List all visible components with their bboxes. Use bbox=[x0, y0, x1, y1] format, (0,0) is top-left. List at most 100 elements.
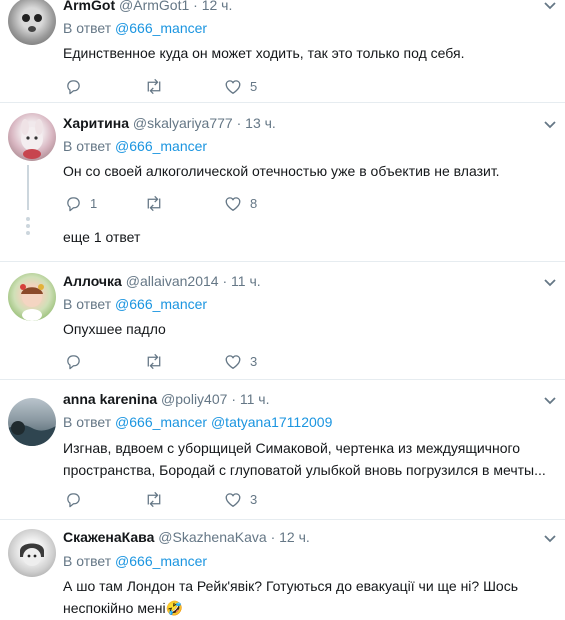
author-handle[interactable]: @ArmGot1 bbox=[119, 0, 189, 13]
avatar[interactable] bbox=[8, 273, 56, 321]
like-icon bbox=[225, 196, 241, 211]
reply-context: В ответ @666_mancer @tatyana17112009 bbox=[63, 414, 332, 430]
retweet-icon bbox=[147, 78, 161, 94]
mention-link[interactable]: @666_mancer bbox=[115, 553, 207, 569]
tweet-actions: 3 bbox=[63, 489, 363, 509]
author-handle[interactable]: @allaivan2014 bbox=[126, 273, 219, 289]
tweet-actions: 3 bbox=[63, 351, 363, 371]
tweet-text: Изгнав, вдвоем с уборщицей Симаковой, че… bbox=[63, 437, 553, 481]
tweet-text-content: Единственное куда он может ходить, так э… bbox=[63, 45, 465, 61]
tweet-actions: 5 bbox=[63, 76, 363, 96]
mention-link[interactable]: @666_mancer bbox=[115, 414, 207, 430]
chevron-down-icon[interactable] bbox=[543, 1, 557, 11]
tweet-header: Харитина @skalyariya777 · 13 ч. bbox=[63, 115, 276, 131]
tweet-text: Единственное куда он может ходить, так э… bbox=[63, 42, 553, 64]
tweet-text-line: А шо там Лондон та Рейк'явік? Готуються … bbox=[63, 578, 519, 594]
timestamp[interactable]: 13 ч. bbox=[245, 115, 276, 131]
timestamp[interactable]: 12 ч. bbox=[279, 529, 310, 545]
reply-button[interactable] bbox=[65, 489, 90, 509]
tweet-text-content: Он со своей алкоголической отечностью уж… bbox=[63, 163, 500, 179]
separator-dot: · bbox=[231, 391, 236, 407]
mention-link[interactable]: @666_mancer bbox=[115, 138, 207, 154]
author-name[interactable]: Аллочка bbox=[63, 273, 122, 289]
chevron-down-icon[interactable] bbox=[543, 534, 557, 544]
author-name[interactable]: Харитина bbox=[63, 115, 129, 131]
chevron-down-icon[interactable] bbox=[543, 120, 557, 130]
chevron-down-icon[interactable] bbox=[543, 396, 557, 406]
like-button[interactable]: 3 bbox=[224, 351, 257, 371]
retweet-icon bbox=[147, 195, 161, 211]
reply-icon bbox=[67, 354, 80, 369]
avatar[interactable] bbox=[8, 398, 56, 446]
tweet-header: Аллочка @allaivan2014 · 11 ч. bbox=[63, 273, 261, 289]
tweet-text-line: неспокійно мені🤣 bbox=[63, 600, 184, 616]
reply-prefix: В ответ bbox=[63, 553, 112, 569]
like-count: 3 bbox=[250, 353, 258, 369]
tweet-text-content: Опухшее падло bbox=[63, 321, 166, 337]
tweet-header: ArmGot @ArmGot1 · 12 ч. bbox=[63, 0, 232, 13]
reply-context: В ответ @666_mancer bbox=[63, 553, 207, 569]
tweet-text-line: Изгнав, вдвоем с уборщицей Симаковой, че… bbox=[63, 440, 521, 456]
tweet-actions: 1 8 bbox=[63, 193, 363, 213]
reply-icon bbox=[67, 79, 80, 94]
like-count: 5 bbox=[250, 78, 258, 94]
like-button[interactable]: 8 bbox=[224, 193, 257, 213]
thread-dot bbox=[26, 224, 30, 228]
timestamp[interactable]: 12 ч. bbox=[202, 0, 233, 13]
tweet-text: Опухшее падло bbox=[63, 318, 553, 340]
author-name[interactable]: СкаженаКава bbox=[63, 529, 154, 545]
like-icon bbox=[225, 79, 241, 94]
retweet-icon bbox=[147, 353, 161, 369]
more-replies-link[interactable]: еще 1 ответ bbox=[63, 229, 140, 245]
avatar[interactable] bbox=[8, 113, 56, 161]
mention-link[interactable]: @666_mancer bbox=[115, 296, 207, 312]
like-button[interactable]: 5 bbox=[224, 76, 257, 96]
reply-icon bbox=[67, 196, 80, 211]
author-handle[interactable]: @skalyariya777 bbox=[133, 115, 233, 131]
author-handle[interactable]: @SkazhenaKava bbox=[158, 529, 266, 545]
tweet[interactable]: СкаженаКава @SkazhenaKava · 12 ч. В отве… bbox=[0, 520, 565, 620]
reply-count: 1 bbox=[90, 195, 98, 211]
reply-context: В ответ @666_mancer bbox=[63, 20, 207, 36]
separator-dot: · bbox=[236, 115, 242, 131]
tweet[interactable]: anna karenina @poliy407 · 11 ч. В ответ … bbox=[0, 380, 565, 520]
author-name[interactable]: anna karenina bbox=[63, 391, 157, 407]
avatar[interactable] bbox=[8, 529, 56, 577]
reply-button[interactable] bbox=[65, 76, 90, 96]
tweet-header: anna karenina @poliy407 · 11 ч. bbox=[63, 391, 269, 407]
thread-dot bbox=[26, 231, 30, 235]
author-name[interactable]: ArmGot bbox=[63, 0, 115, 13]
reply-prefix: В ответ bbox=[63, 414, 112, 430]
tweet[interactable]: Аллочка @allaivan2014 · 11 ч. В ответ @6… bbox=[0, 262, 565, 380]
separator-dot: · bbox=[270, 529, 276, 545]
tweet[interactable]: Харитина @skalyariya777 · 13 ч. В ответ … bbox=[0, 103, 565, 262]
tweet[interactable]: ArmGot @ArmGot1 · 12 ч. В ответ @666_man… bbox=[0, 0, 565, 103]
avatar[interactable] bbox=[8, 0, 56, 45]
retweet-button[interactable] bbox=[144, 76, 172, 96]
retweet-button[interactable] bbox=[144, 351, 172, 371]
separator-dot: · bbox=[222, 273, 228, 289]
separator-dot: · bbox=[193, 0, 198, 13]
tweet-header: СкаженаКава @SkazhenaKava · 12 ч. bbox=[63, 529, 310, 545]
reply-prefix: В ответ bbox=[63, 296, 112, 312]
timestamp[interactable]: 11 ч. bbox=[231, 273, 261, 289]
reply-button[interactable] bbox=[65, 351, 90, 371]
thread-dot bbox=[26, 217, 30, 221]
mention-link[interactable]: @tatyana17112009 bbox=[211, 414, 332, 430]
tweet-text: А шо там Лондон та Рейк'явік? Готуються … bbox=[63, 575, 553, 619]
reply-icon bbox=[67, 492, 80, 507]
reply-prefix: В ответ bbox=[63, 138, 112, 154]
tweet-text: Он со своей алкоголической отечностью уж… bbox=[63, 160, 553, 182]
reply-button[interactable]: 1 bbox=[65, 193, 97, 213]
reply-prefix: В ответ bbox=[63, 20, 112, 36]
retweet-button[interactable] bbox=[144, 489, 172, 509]
chevron-down-icon[interactable] bbox=[543, 278, 557, 288]
reply-context: В ответ @666_mancer bbox=[63, 296, 207, 312]
tweet-text-line: пространства, Бородай с глуповатой улыбк… bbox=[63, 462, 546, 478]
timestamp[interactable]: 11 ч. bbox=[240, 391, 270, 407]
author-handle[interactable]: @poliy407 bbox=[161, 391, 227, 407]
like-button[interactable]: 3 bbox=[224, 489, 257, 509]
retweet-button[interactable] bbox=[144, 193, 172, 213]
mention-link[interactable]: @666_mancer bbox=[115, 20, 207, 36]
reply-context: В ответ @666_mancer bbox=[63, 138, 207, 154]
